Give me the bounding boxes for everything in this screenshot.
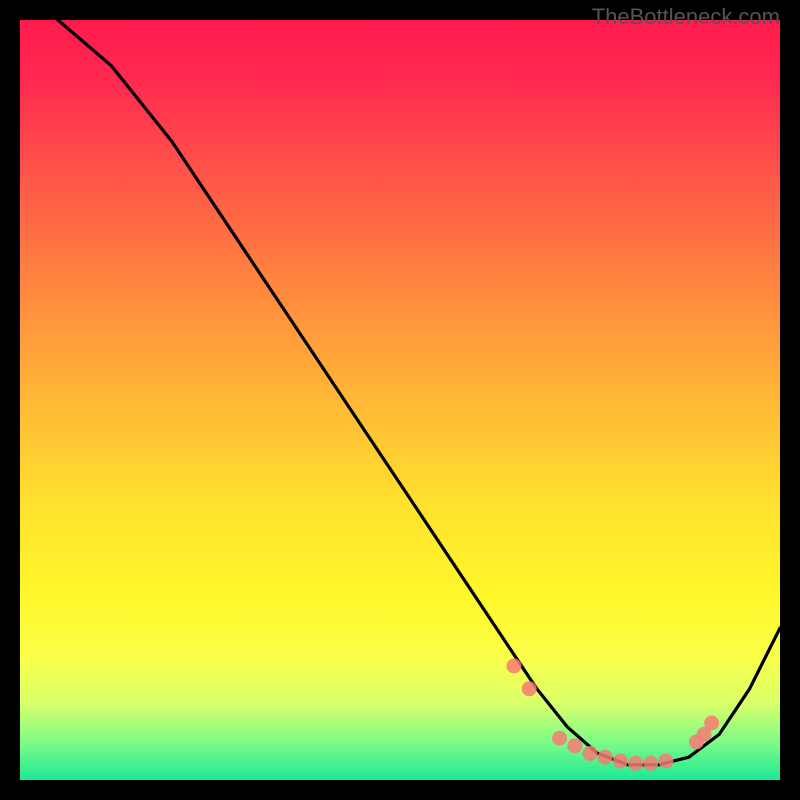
plot-area xyxy=(20,20,780,780)
highlight-dot xyxy=(567,738,582,753)
bottleneck-curve xyxy=(20,20,780,765)
highlight-dots xyxy=(507,659,720,771)
watermark-text: TheBottleneck.com xyxy=(592,4,780,30)
highlight-dot xyxy=(628,756,643,771)
highlight-dot xyxy=(507,659,522,674)
highlight-dot xyxy=(643,756,658,771)
highlight-dot xyxy=(613,754,628,769)
highlight-dot xyxy=(659,754,674,769)
highlight-dot xyxy=(583,746,598,761)
highlight-dot xyxy=(522,681,537,696)
highlight-dot xyxy=(598,750,613,765)
chart-svg xyxy=(20,20,780,780)
highlight-dot xyxy=(552,731,567,746)
highlight-dot xyxy=(704,716,719,731)
